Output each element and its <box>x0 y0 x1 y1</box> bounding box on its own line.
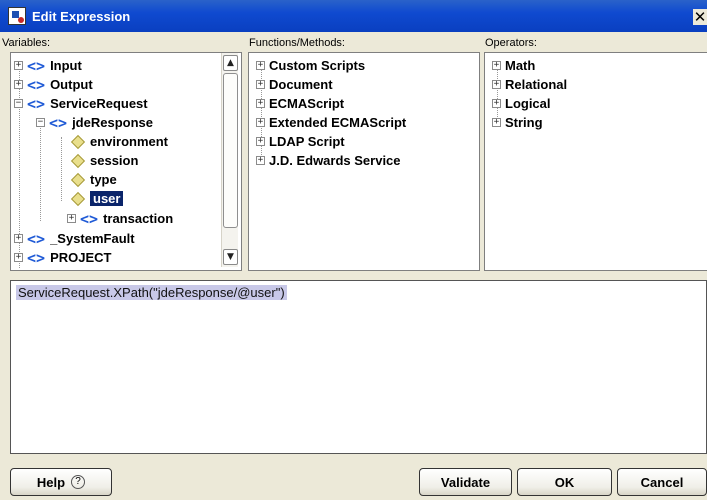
tree-item-systemfault[interactable]: + <> _SystemFault <box>14 229 135 248</box>
operator-item-relational[interactable]: + Relational <box>492 75 567 94</box>
variables-scrollbar[interactable]: ▲ ▼ <box>221 53 238 267</box>
tree-item-label: J.D. Edwards Service <box>269 153 401 168</box>
tree-item-label: Logical <box>505 96 551 111</box>
expand-icon[interactable]: + <box>67 214 76 223</box>
help-button[interactable]: Help ? <box>10 468 112 496</box>
tree-item-label: transaction <box>103 211 174 226</box>
xml-tag-icon: <> <box>80 209 99 228</box>
expand-icon[interactable]: + <box>14 80 23 89</box>
scroll-up-icon[interactable]: ▲ <box>223 55 238 71</box>
ok-button-label: OK <box>554 474 575 490</box>
tree-item-label: ECMAScript <box>269 96 345 111</box>
function-item-extended-ecmascript[interactable]: + Extended ECMAScript <box>256 113 406 132</box>
tree-item-user[interactable]: user <box>70 189 124 208</box>
expand-icon[interactable]: + <box>256 61 265 70</box>
function-item-ldap-script[interactable]: + LDAP Script <box>256 132 345 151</box>
xml-tag-icon: <> <box>27 94 46 113</box>
tree-item-label: jdeResponse <box>72 115 153 130</box>
functions-tree[interactable]: + Custom Scripts + Document + ECMAScript… <box>248 52 480 271</box>
close-icon[interactable]: ✕ <box>693 9 707 25</box>
expand-icon[interactable]: + <box>14 253 23 262</box>
tree-item-label: PROJECT <box>50 250 112 265</box>
help-button-label: Help <box>36 474 66 490</box>
scroll-thumb[interactable] <box>223 73 238 228</box>
help-icon: ? <box>71 475 86 489</box>
tree-item-label: type <box>90 172 117 187</box>
function-item-ecmascript[interactable]: + ECMAScript <box>256 94 344 113</box>
expand-icon[interactable]: + <box>492 61 501 70</box>
attribute-diamond-icon <box>70 191 86 206</box>
expand-icon[interactable]: + <box>492 118 501 127</box>
tree-item-servicerequest[interactable]: − <> ServiceRequest <box>14 94 148 113</box>
tree-item-label: LDAP Script <box>269 134 345 149</box>
operator-item-math[interactable]: + Math <box>492 56 535 75</box>
function-item-jde-service[interactable]: + J.D. Edwards Service <box>256 151 401 170</box>
expression-text: ServiceRequest.XPath("jdeResponse/@user"… <box>16 285 287 300</box>
tree-item-environment[interactable]: environment <box>70 132 169 151</box>
scroll-down-icon[interactable]: ▼ <box>223 249 238 265</box>
tree-item-label: _SystemFault <box>50 231 135 246</box>
xml-tag-icon: <> <box>27 75 46 94</box>
tree-line <box>40 119 41 221</box>
attribute-diamond-icon <box>70 172 86 187</box>
edit-expression-dialog: Edit Expression ✕ Variables: + <> Input … <box>0 0 707 500</box>
tree-item-label: Output <box>50 77 93 92</box>
cancel-button-label: Cancel <box>640 474 684 490</box>
ok-button[interactable]: OK <box>517 468 612 496</box>
title-bar: Edit Expression ✕ <box>0 0 707 32</box>
tree-item-label-selected: user <box>90 191 124 206</box>
expand-icon[interactable]: + <box>14 61 23 70</box>
attribute-diamond-icon <box>70 153 86 168</box>
operators-tree[interactable]: + Math + Relational + Logical + String <box>484 52 707 271</box>
tree-item-project[interactable]: + <> PROJECT <box>14 248 111 267</box>
window-title: Edit Expression <box>32 8 131 24</box>
collapse-icon[interactable]: − <box>14 99 23 108</box>
validate-button[interactable]: Validate <box>419 468 512 496</box>
tree-item-session[interactable]: session <box>70 151 139 170</box>
tree-item-jderesponse[interactable]: − <> jdeResponse <box>36 113 153 132</box>
operator-item-logical[interactable]: + Logical <box>492 94 551 113</box>
function-item-custom-scripts[interactable]: + Custom Scripts <box>256 56 365 75</box>
operators-label: Operators: <box>485 37 537 49</box>
tree-item-label: String <box>505 115 543 130</box>
functions-label: Functions/Methods: <box>249 37 345 49</box>
tree-item-output[interactable]: + <> Output <box>14 75 93 94</box>
variables-tree[interactable]: + <> Input + <> Output − <> ServiceReque… <box>10 52 242 271</box>
expand-icon[interactable]: + <box>256 118 265 127</box>
expand-icon[interactable]: + <box>256 137 265 146</box>
tree-item-label: session <box>90 153 139 168</box>
xml-tag-icon: <> <box>49 113 68 132</box>
tree-item-input[interactable]: + <> Input <box>14 56 82 75</box>
function-item-document[interactable]: + Document <box>256 75 333 94</box>
tree-item-transaction[interactable]: + <> transaction <box>67 209 173 228</box>
tree-item-label: Relational <box>505 77 568 92</box>
attribute-diamond-icon <box>70 134 86 149</box>
xml-tag-icon: <> <box>27 56 46 75</box>
button-bar: Help ? Validate OK Cancel <box>0 462 707 500</box>
variables-label: Variables: <box>2 37 51 49</box>
tree-item-label: ServiceRequest <box>50 96 148 111</box>
tree-item-label: Document <box>269 77 333 92</box>
tree-item-label: Input <box>50 58 82 73</box>
xml-tag-icon: <> <box>27 229 46 248</box>
tree-item-label: Math <box>505 58 536 73</box>
tree-item-label: Extended ECMAScript <box>269 115 407 130</box>
expand-icon[interactable]: + <box>14 234 23 243</box>
operator-item-string[interactable]: + String <box>492 113 543 132</box>
expand-icon[interactable]: + <box>256 156 265 165</box>
collapse-icon[interactable]: − <box>36 118 45 127</box>
xml-tag-icon: <> <box>27 248 46 267</box>
expand-icon[interactable]: + <box>492 99 501 108</box>
tree-item-type[interactable]: type <box>70 170 117 189</box>
expression-editor[interactable]: ServiceRequest.XPath("jdeResponse/@user"… <box>10 280 707 454</box>
tree-item-label: Custom Scripts <box>269 58 366 73</box>
expand-icon[interactable]: + <box>492 80 501 89</box>
cancel-button[interactable]: Cancel <box>617 468 707 496</box>
app-icon <box>8 7 26 25</box>
expand-icon[interactable]: + <box>256 80 265 89</box>
tree-line <box>61 137 62 201</box>
expand-icon[interactable]: + <box>256 99 265 108</box>
tree-item-label: environment <box>90 134 169 149</box>
validate-button-label: Validate <box>440 474 491 490</box>
